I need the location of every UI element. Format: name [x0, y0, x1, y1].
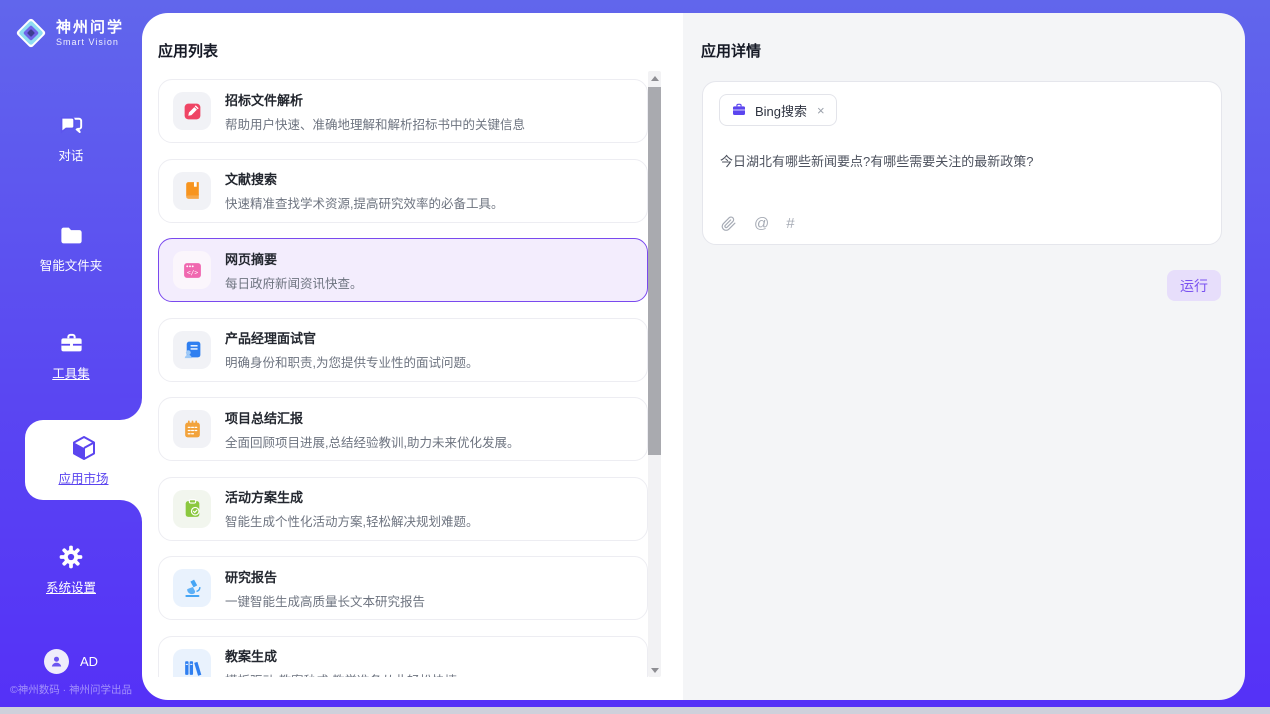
interview-doc-icon [173, 331, 211, 369]
app-card-list: 招标文件解析 帮助用户快速、准确地理解和解析招标书中的关键信息 文献搜索 [158, 79, 648, 677]
app-description: 快速精准查找学术资源,提高研究效率的必备工具。 [225, 193, 503, 212]
sidebar-item-label: 应用市场 [58, 468, 108, 487]
sidebar-item-label: 工具集 [52, 363, 90, 382]
app-description: 明确身份和职责,为您提供专业性的面试问题。 [225, 352, 478, 371]
app-name: 活动方案生成 [225, 487, 478, 506]
list-scrollbar[interactable] [648, 71, 661, 677]
app-logo: 神州问学 Smart Vision [14, 16, 124, 50]
sidebar-item-label: 智能文件夹 [40, 255, 103, 274]
app-description: 一键智能生成高质量长文本研究报告 [225, 591, 425, 610]
notepad-icon [173, 410, 211, 448]
folder-icon [58, 222, 85, 249]
scroll-down-icon[interactable] [648, 663, 661, 677]
tool-chip-label: Bing搜索 [755, 101, 807, 120]
books-icon [173, 649, 211, 678]
app-description: 智能生成个性化活动方案,轻松解决规划难题。 [225, 511, 478, 530]
app-name: 教案生成 [225, 646, 457, 665]
app-list-title: 应用列表 [158, 40, 218, 61]
sidebar-item-label: 系统设置 [46, 577, 96, 596]
content-shell: 应用列表 招标文件解析 帮助用户快速、准确地理解和解析招标书中的关键信息 [142, 13, 1245, 700]
app-name: 研究报告 [225, 567, 425, 586]
app-description: 模板驱动,教案秒成,教学准备从此轻松快捷 [225, 670, 457, 677]
person-icon [49, 654, 64, 669]
hash-icon[interactable]: # [786, 215, 794, 232]
briefcase-icon [731, 102, 747, 118]
clipboard-check-icon [173, 490, 211, 528]
app-card-pm-interviewer[interactable]: 产品经理面试官 明确身份和职责,为您提供专业性的面试问题。 [158, 318, 648, 382]
app-card-bid-analysis[interactable]: 招标文件解析 帮助用户快速、准确地理解和解析招标书中的关键信息 [158, 79, 648, 143]
query-composer[interactable]: Bing搜索 × 今日湖北有哪些新闻要点?有哪些需要关注的最新政策? @ # [702, 81, 1222, 245]
app-name: 网页摘要 [225, 249, 363, 268]
close-icon[interactable]: × [817, 103, 825, 118]
avatar [44, 649, 69, 674]
sidebar-item-label: 对话 [58, 145, 83, 164]
brand-name: 神州问学 [56, 19, 124, 37]
at-mention-icon[interactable]: @ [754, 215, 769, 232]
logo-icon [14, 16, 48, 50]
app-list-panel: 应用列表 招标文件解析 帮助用户快速、准确地理解和解析招标书中的关键信息 [142, 13, 683, 700]
app-card-project-summary[interactable]: 项目总结汇报 全面回顾项目进展,总结经验教训,助力未来优化发展。 [158, 397, 648, 461]
tool-chip-bing-search[interactable]: Bing搜索 × [719, 94, 837, 126]
sidebar-item-smart-folder[interactable]: 智能文件夹 [0, 222, 142, 274]
app-card-research-report[interactable]: 研究报告 一键智能生成高质量长文本研究报告 [158, 556, 648, 620]
book-icon [173, 172, 211, 210]
user-account[interactable]: AD [0, 649, 142, 674]
scrollbar-thumb[interactable] [648, 87, 661, 455]
sidebar-item-toolset[interactable]: 工具集 [0, 330, 142, 382]
app-card-literature-search[interactable]: 文献搜索 快速精准查找学术资源,提高研究效率的必备工具。 [158, 159, 648, 223]
app-detail-panel: 应用详情 Bing搜索 × 今日湖北有哪些新闻要点?有哪些需要关注的最新政策? [683, 13, 1245, 700]
brand-subtitle: Smart Vision [56, 37, 124, 47]
svg-text:</>: </> [186, 269, 198, 276]
app-name: 文献搜索 [225, 169, 503, 188]
app-card-event-plan[interactable]: 活动方案生成 智能生成个性化活动方案,轻松解决规划难题。 [158, 477, 648, 541]
scroll-up-icon[interactable] [648, 71, 661, 85]
app-frame: 神州问学 Smart Vision 对话 智能文件夹 工具集 [0, 0, 1270, 707]
app-description: 每日政府新闻资讯快查。 [225, 273, 363, 292]
user-name: AD [80, 654, 98, 669]
app-card-web-summary[interactable]: </> 网页摘要 每日政府新闻资讯快查。 [158, 238, 648, 302]
toolbox-icon [58, 330, 85, 357]
app-card-lesson-plan[interactable]: 教案生成 模板驱动,教案秒成,教学准备从此轻松快捷 [158, 636, 648, 678]
bubble-curve-bottom [120, 500, 142, 522]
cube-icon [69, 433, 99, 463]
query-text[interactable]: 今日湖北有哪些新闻要点?有哪些需要关注的最新政策? [720, 152, 1200, 171]
copyright-footer: ©神州数码 · 神州问学出品 [0, 682, 142, 697]
sidebar-item-settings[interactable]: 系统设置 [0, 543, 142, 596]
app-description: 全面回顾项目进展,总结经验教训,助力未来优化发展。 [225, 432, 519, 451]
microscope-icon [173, 569, 211, 607]
sidebar-item-app-market[interactable]: 应用市场 [25, 420, 142, 500]
bubble-curve-top [120, 398, 142, 420]
sidebar-item-chat[interactable]: 对话 [0, 112, 142, 164]
paperclip-icon[interactable] [720, 215, 737, 232]
app-detail-title: 应用详情 [701, 40, 761, 61]
run-button[interactable]: 运行 [1167, 270, 1221, 301]
app-name: 招标文件解析 [225, 90, 525, 109]
app-name: 产品经理面试官 [225, 328, 478, 347]
gear-icon [57, 543, 85, 571]
browser-code-icon: </> [173, 251, 211, 289]
chat-icon [58, 112, 85, 139]
document-edit-icon [173, 92, 211, 130]
app-description: 帮助用户快速、准确地理解和解析招标书中的关键信息 [225, 114, 525, 133]
app-name: 项目总结汇报 [225, 408, 519, 427]
